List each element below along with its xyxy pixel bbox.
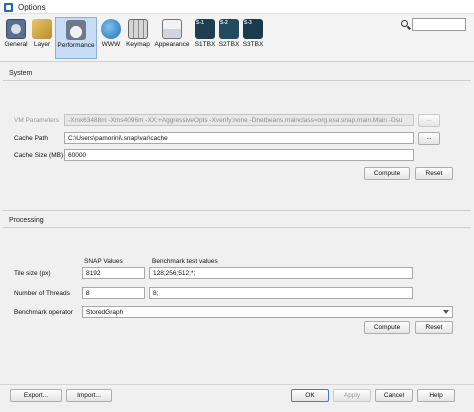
benchmark-operator-select[interactable]: StoredGraph: [82, 306, 453, 318]
apply-button[interactable]: Apply: [333, 389, 371, 402]
tile-size-snap-field[interactable]: 8192: [82, 267, 145, 279]
s2-badge: S-2: [220, 20, 228, 26]
tab-general[interactable]: General: [3, 17, 29, 59]
search-icon: [401, 20, 408, 27]
processing-section-title: Processing: [9, 217, 44, 224]
tab-general-label: General: [4, 41, 28, 48]
cache-size-field[interactable]: 60000: [64, 149, 414, 161]
import-button[interactable]: Import...: [66, 389, 112, 402]
cancel-button[interactable]: Cancel: [375, 389, 413, 402]
tab-performance-label: Performance: [57, 42, 95, 49]
tab-s2tbx[interactable]: S-2 S2TBX: [218, 17, 240, 59]
tab-www[interactable]: WWW: [100, 17, 122, 59]
export-button[interactable]: Export...: [10, 389, 62, 402]
general-icon: [6, 19, 26, 39]
system-compute-button[interactable]: Compute: [364, 167, 410, 180]
cache-path-field[interactable]: C:\Users\pamorini\.snap\var\cache: [64, 132, 414, 144]
tab-keymap[interactable]: Keymap: [124, 17, 152, 59]
chevron-down-icon: [443, 310, 449, 314]
cache-size-label: Cache Size (MB): [14, 152, 64, 159]
window-title: Options: [18, 3, 46, 12]
s2-satellite-icon: S-2: [219, 19, 239, 39]
help-button[interactable]: Help: [417, 389, 455, 402]
tab-s1tbx-label: S1TBX: [194, 41, 216, 48]
tab-s3tbx[interactable]: S-3 S3TBX: [242, 17, 264, 59]
tile-size-benchmark-field[interactable]: 128;256;512;*;: [149, 267, 413, 279]
threads-benchmark-field[interactable]: 8;: [149, 287, 413, 299]
benchmark-operator-label: Benchmark operator: [14, 309, 73, 316]
ok-button[interactable]: OK: [291, 389, 329, 402]
tab-performance[interactable]: Performance: [55, 17, 97, 59]
tab-s2tbx-label: S2TBX: [218, 41, 240, 48]
layer-icon: [32, 19, 52, 39]
performance-icon: [66, 20, 86, 40]
system-divider: [3, 80, 471, 81]
s1-badge: S-1: [196, 20, 204, 26]
tab-keymap-label: Keymap: [126, 41, 150, 48]
search-input[interactable]: [412, 18, 466, 31]
title-bar: Options: [0, 0, 474, 14]
vm-parameters-browse-button[interactable]: ...: [418, 114, 440, 127]
system-section-title: System: [9, 70, 33, 77]
tab-layer-label: Layer: [33, 41, 51, 48]
vm-parameters-field[interactable]: -Xmx63488m -Xms4096m -XX:+AggressiveOpts…: [64, 114, 414, 126]
s3-badge: S-3: [244, 20, 252, 26]
benchmark-values-header: Benchmark test values: [152, 258, 218, 265]
tile-size-label: Tile size (px): [14, 270, 51, 277]
appearance-icon: [162, 19, 182, 39]
tab-appearance-label: Appearance: [154, 41, 190, 48]
cache-path-browse-button[interactable]: ...: [418, 132, 440, 145]
tab-s1tbx[interactable]: S-1 S1TBX: [194, 17, 216, 59]
system-reset-button[interactable]: Reset: [415, 167, 453, 180]
s1-satellite-icon: S-1: [195, 19, 215, 39]
snap-values-header: SNAP Values: [84, 258, 123, 265]
tab-www-label: WWW: [101, 41, 121, 48]
threads-label: Number of Threads: [14, 290, 70, 297]
tab-appearance[interactable]: Appearance: [153, 17, 191, 59]
cache-path-label: Cache Path: [14, 135, 48, 142]
processing-reset-button[interactable]: Reset: [415, 321, 453, 334]
processing-divider: [3, 227, 471, 228]
keyboard-icon: [128, 19, 148, 39]
tab-s3tbx-label: S3TBX: [242, 41, 264, 48]
tab-layer[interactable]: Layer: [31, 17, 53, 59]
s3-satellite-icon: S-3: [243, 19, 263, 39]
benchmark-operator-value: StoredGraph: [86, 309, 124, 316]
app-icon: [4, 3, 13, 12]
threads-snap-field[interactable]: 8: [82, 287, 145, 299]
processing-compute-button[interactable]: Compute: [364, 321, 410, 334]
vm-parameters-label: VM Parameters: [14, 117, 60, 124]
processing-top-divider: [3, 210, 471, 211]
globe-icon: [101, 19, 121, 39]
